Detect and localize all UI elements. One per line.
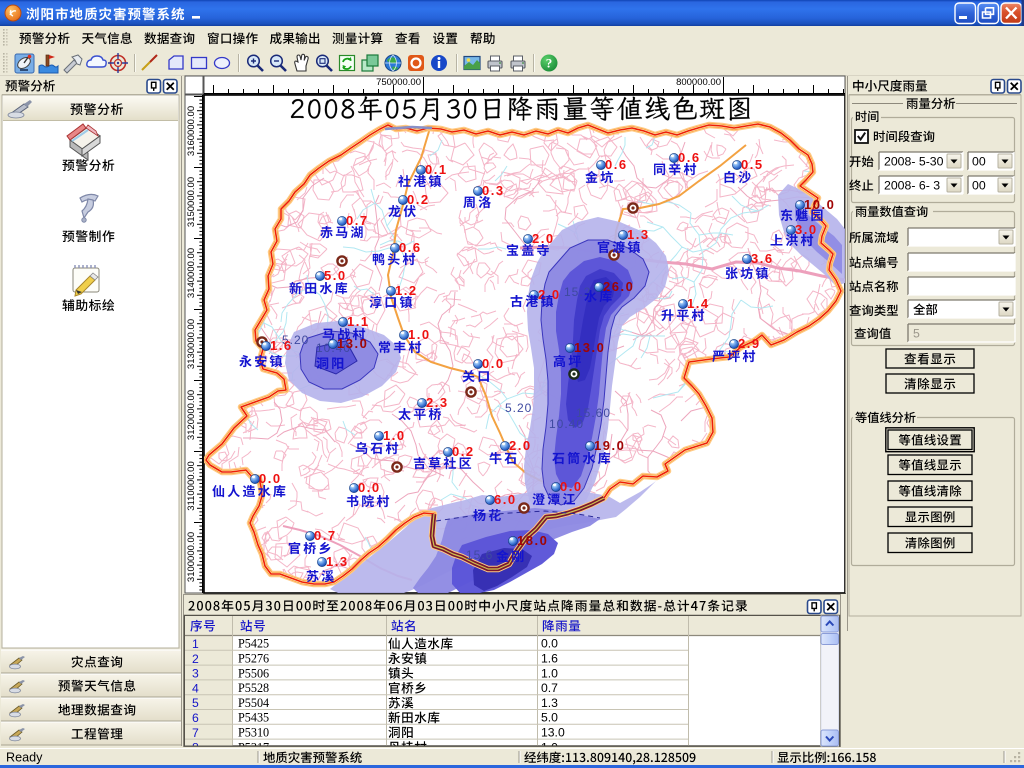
svg-text:0.0: 0.0	[358, 480, 381, 495]
svg-text:0.3: 0.3	[482, 183, 505, 198]
svg-text:750000.00: 750000.00	[376, 77, 421, 88]
svg-text:19.0: 19.0	[594, 438, 625, 453]
svg-text:0.7: 0.7	[541, 681, 558, 695]
svg-text:3140000.00: 3140000.00	[186, 248, 197, 298]
svg-text:0.7: 0.7	[346, 213, 369, 228]
svg-text:13.0: 13.0	[574, 340, 605, 355]
svg-text:1.6: 1.6	[270, 338, 293, 353]
svg-text:13.0: 13.0	[337, 336, 368, 351]
svg-text:2.0: 2.0	[509, 438, 532, 453]
svg-text:P5425: P5425	[238, 637, 269, 651]
svg-text:1.0: 1.0	[383, 428, 406, 443]
svg-text:3120000.00: 3120000.00	[186, 390, 197, 440]
svg-text:3.6: 3.6	[751, 251, 774, 266]
svg-text:5: 5	[192, 696, 199, 710]
svg-text:5: 5	[913, 327, 920, 341]
svg-text:3100000.00: 3100000.00	[186, 532, 197, 582]
svg-text:2: 2	[192, 652, 199, 666]
svg-text:P5435: P5435	[238, 711, 269, 725]
svg-text:0.6: 0.6	[399, 240, 422, 255]
svg-text:0.2: 0.2	[407, 192, 430, 207]
svg-text:1: 1	[192, 637, 199, 651]
svg-text:7: 7	[192, 726, 199, 740]
svg-text:3160000.00: 3160000.00	[186, 106, 197, 156]
svg-text:1.4: 1.4	[687, 296, 710, 311]
svg-text:P5506: P5506	[238, 666, 269, 680]
svg-text:2.0: 2.0	[532, 231, 555, 246]
svg-text:0.0: 0.0	[259, 471, 282, 486]
svg-text:3110000.00: 3110000.00	[186, 461, 197, 511]
svg-text:?: ?	[546, 56, 553, 71]
svg-text:3130000.00: 3130000.00	[186, 319, 197, 369]
svg-text:0.6: 0.6	[605, 157, 628, 172]
svg-text:00: 00	[972, 155, 986, 169]
svg-text:2.3: 2.3	[426, 395, 449, 410]
svg-text:0.6: 0.6	[678, 150, 701, 165]
svg-text:4: 4	[192, 681, 199, 695]
svg-text:P5310: P5310	[238, 726, 269, 740]
svg-text:2008- 6- 3: 2008- 6- 3	[884, 179, 940, 193]
svg-text:00: 00	[972, 179, 986, 193]
svg-text:0.5: 0.5	[741, 157, 764, 172]
svg-text:1.3: 1.3	[326, 554, 349, 569]
svg-text:P5504: P5504	[238, 696, 269, 710]
svg-text:13.0: 13.0	[541, 726, 565, 740]
svg-text:0.0: 0.0	[560, 479, 583, 494]
svg-text:5.20: 5.20	[505, 401, 532, 415]
svg-text:5.0: 5.0	[324, 268, 347, 283]
svg-text:1.0: 1.0	[408, 327, 431, 342]
svg-text:2.9: 2.9	[738, 336, 761, 351]
svg-text:6.0: 6.0	[494, 492, 517, 507]
svg-text:2008- 5-30: 2008- 5-30	[884, 155, 944, 169]
svg-text:1.2: 1.2	[395, 283, 418, 298]
svg-text:0.2: 0.2	[452, 444, 475, 459]
svg-text:0.0: 0.0	[482, 356, 505, 371]
svg-text:3: 3	[192, 667, 199, 681]
svg-text:1.3: 1.3	[541, 696, 558, 710]
svg-text:0.7: 0.7	[314, 528, 337, 543]
svg-text:1.1: 1.1	[347, 314, 370, 329]
svg-text:1.3: 1.3	[627, 227, 650, 242]
svg-text:10.40: 10.40	[549, 417, 584, 431]
svg-text:15.6: 15.6	[466, 548, 493, 562]
svg-text:18.0: 18.0	[517, 533, 548, 548]
svg-text:1.0: 1.0	[541, 666, 558, 680]
svg-text:P5528: P5528	[238, 681, 269, 695]
svg-text:1.6: 1.6	[541, 652, 558, 666]
svg-text:800000.00: 800000.00	[676, 77, 721, 88]
svg-text:3150000.00: 3150000.00	[186, 177, 197, 227]
svg-text:P5276: P5276	[238, 652, 269, 666]
svg-text:5.0: 5.0	[541, 711, 558, 725]
svg-text:Ready: Ready	[6, 751, 43, 765]
svg-text:0.1: 0.1	[425, 162, 448, 177]
svg-text:0.0: 0.0	[541, 637, 558, 651]
svg-text:6: 6	[192, 711, 199, 725]
svg-text:3.0: 3.0	[795, 222, 818, 237]
